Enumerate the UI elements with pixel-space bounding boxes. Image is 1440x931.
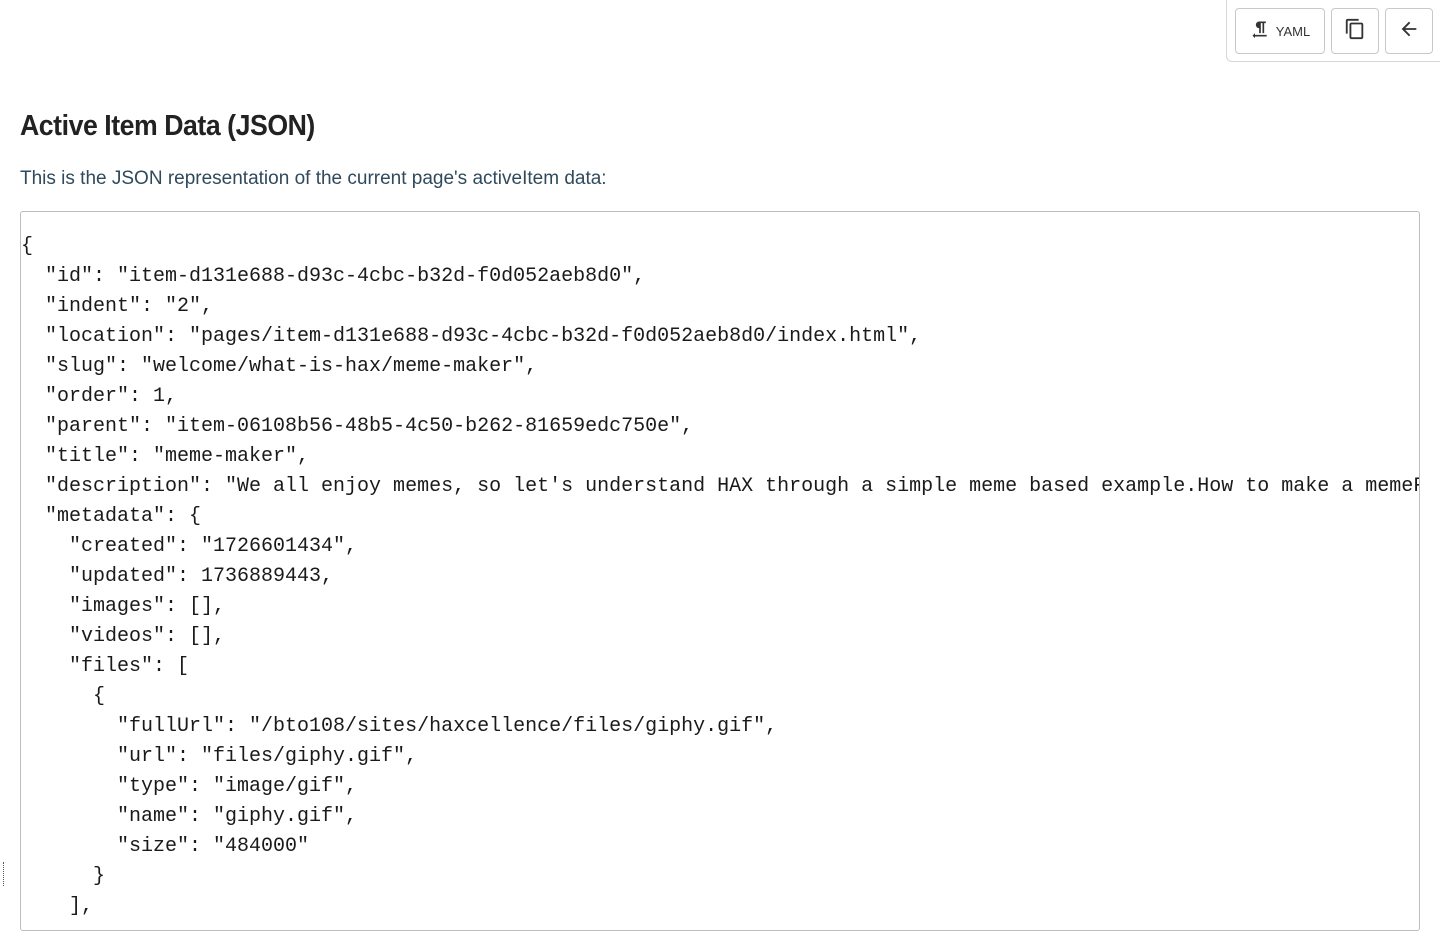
code-line: "updated": 1736889443,: [21, 565, 334, 588]
code-line: ],: [21, 895, 94, 918]
code-line: "files": [: [21, 655, 190, 678]
code-line: "parent": "item-06108b56-48b5-4c50-b262-…: [21, 415, 694, 438]
format-paragraph-icon: [1250, 19, 1270, 44]
code-line: }: [21, 865, 106, 888]
json-code-view[interactable]: { "id": "item-d131e688-d93c-4cbc-b32d-f0…: [20, 211, 1420, 931]
code-line: "videos": [],: [21, 625, 226, 648]
code-line: "description": "We all enjoy memes, so l…: [21, 475, 1420, 498]
code-line: "fullUrl": "/bto108/sites/haxcellence/fi…: [21, 715, 778, 738]
copy-icon: [1344, 18, 1366, 45]
code-line: "images": [],: [21, 595, 226, 618]
code-line: "order": 1,: [21, 385, 178, 408]
yaml-toggle-button[interactable]: YAML: [1235, 8, 1325, 54]
code-line: {: [21, 235, 34, 258]
code-line: {: [21, 685, 106, 708]
intro-text: This is the JSON representation of the c…: [20, 168, 607, 189]
copy-button[interactable]: [1331, 8, 1379, 54]
toolbar: YAML: [1226, 0, 1440, 62]
code-line: "name": "giphy.gif",: [21, 805, 358, 828]
code-line: "indent": "2",: [21, 295, 214, 318]
code-line: "size": "484000": [21, 835, 310, 858]
code-line: "slug": "welcome/what-is-hax/meme-maker"…: [21, 355, 538, 378]
arrow-back-icon: [1398, 18, 1420, 45]
code-line: "metadata": {: [21, 505, 202, 528]
code-line: "type": "image/gif",: [21, 775, 358, 798]
code-line: "id": "item-d131e688-d93c-4cbc-b32d-f0d0…: [21, 265, 646, 288]
code-line: "location": "pages/item-d131e688-d93c-4c…: [21, 325, 922, 348]
resize-handle[interactable]: [0, 862, 4, 886]
back-button[interactable]: [1385, 8, 1433, 54]
yaml-button-label: YAML: [1275, 23, 1311, 39]
page-title: Active Item Data (JSON): [20, 110, 315, 142]
json-code-lines: { "id": "item-d131e688-d93c-4cbc-b32d-f0…: [21, 232, 1420, 922]
code-line: "created": "1726601434",: [21, 535, 358, 558]
code-line: "url": "files/giphy.gif",: [21, 745, 418, 768]
code-line: "title": "meme-maker",: [21, 445, 310, 468]
